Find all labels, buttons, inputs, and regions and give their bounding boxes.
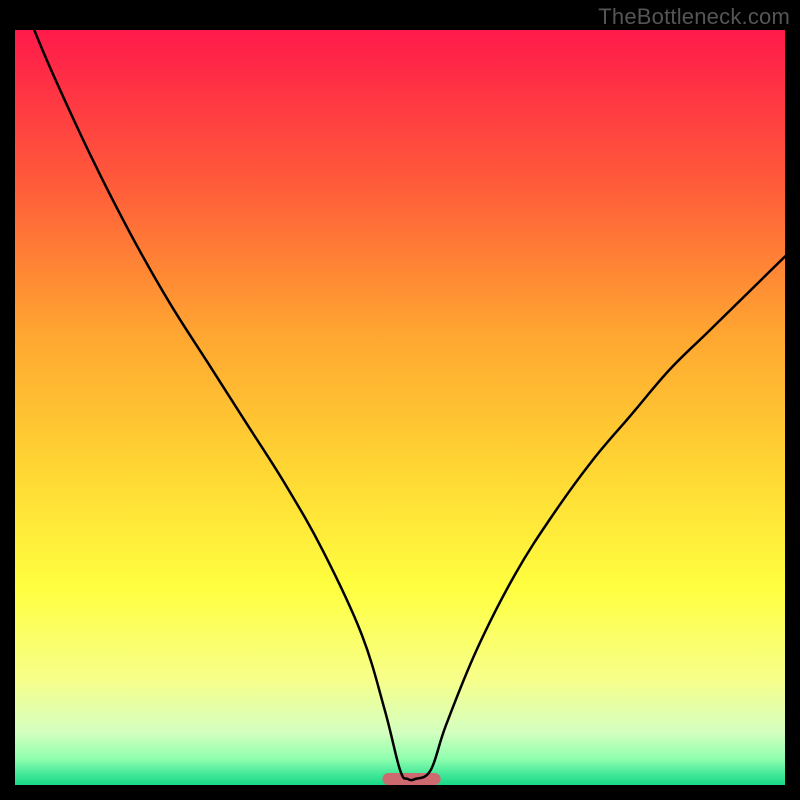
chart-background <box>15 30 785 785</box>
watermark-text: TheBottleneck.com <box>598 4 790 30</box>
chart-frame <box>15 30 785 785</box>
bottleneck-chart <box>15 30 785 785</box>
